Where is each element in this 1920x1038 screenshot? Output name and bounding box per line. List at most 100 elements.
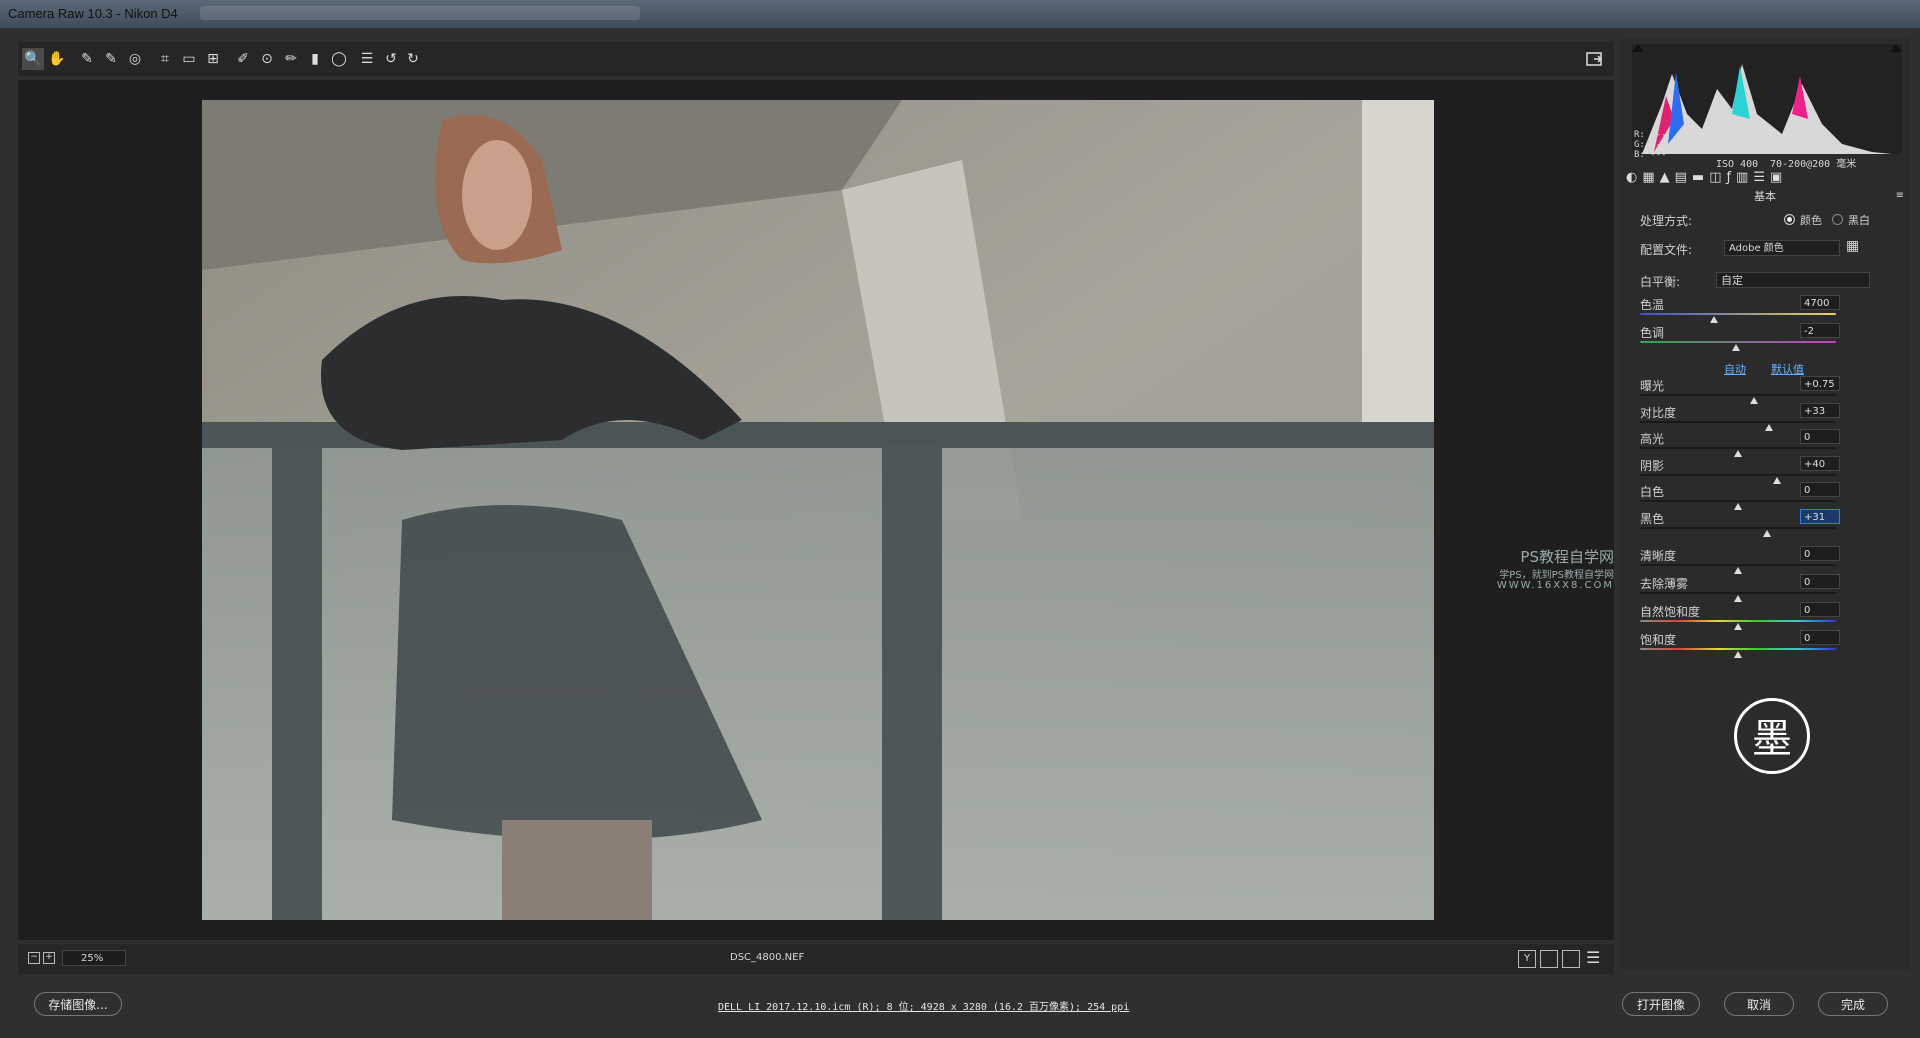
slider-track[interactable] [1640,313,1836,315]
slider-value-input[interactable]: 0 [1800,546,1840,561]
filename-label: DSC_4800.NEF [730,952,805,963]
preview-status-bar: − + 25% DSC_4800.NEF Y ☰ [18,944,1614,974]
slider-label-0: 曝光 [1640,379,1665,393]
slider-value-input[interactable]: 0 [1800,482,1840,497]
photo-preview[interactable] [202,100,1434,920]
slider-thumb[interactable] [1734,503,1742,510]
slider-thumb[interactable] [1734,623,1742,630]
rgb-readout: R: --- G: --- B: --- [1634,130,1667,160]
slider-value-input[interactable]: +33 [1800,402,1840,418]
slider-value-input[interactable]: 0 [1800,630,1840,645]
red-eye-tool[interactable]: ⊙ [256,48,278,70]
shadow-clipping-icon[interactable] [1632,44,1644,52]
slider-value-input[interactable]: 0 [1800,574,1840,589]
slider-thumb[interactable] [1710,316,1719,323]
toggle-settings-icon[interactable]: ☰ [1586,948,1600,967]
white-balance-label: 白平衡: [1640,275,1681,289]
slider-track[interactable] [1640,394,1836,396]
slider-thumb[interactable] [1763,529,1772,537]
preferences-tool[interactable]: ☰ [356,48,378,70]
treatment-label: 处理方式: [1640,214,1693,228]
panel-section-title: 基本 [1754,190,1776,203]
slider-label-4: 白色 [1640,485,1665,499]
open-image-button[interactable]: 打开图像 [1622,992,1700,1016]
copy-settings-icon[interactable] [1562,950,1580,968]
slider-thumb[interactable] [1734,651,1742,658]
slider-label-2: 自然饱和度 [1640,605,1701,619]
done-button[interactable]: 完成 [1818,992,1888,1016]
graduated-filter-tool[interactable]: ▮ [304,48,326,70]
slider-track[interactable] [1640,420,1836,423]
slider-value-input[interactable]: -2 [1800,323,1840,338]
zoom-out-button[interactable]: − [28,952,40,964]
slider-value-input[interactable]: +40 [1800,455,1840,471]
slider-value-input[interactable]: 0 [1800,602,1840,617]
slider-track[interactable] [1640,447,1836,449]
slider-value-input[interactable]: 4700 [1800,295,1840,310]
slider-value-input[interactable]: 0 [1800,429,1840,444]
slider-label-3: 阴影 [1640,458,1665,473]
spot-removal-tool[interactable]: ✐ [232,48,254,70]
auto-link[interactable]: 自动 [1724,361,1746,377]
highlight-clipping-icon[interactable] [1890,44,1902,52]
transform-tool[interactable]: ⊞ [202,48,224,70]
slider-thumb[interactable] [1732,344,1741,351]
slider-label-0: 清晰度 [1640,549,1677,563]
zoom-in-button[interactable]: + [43,952,55,964]
radial-filter-tool[interactable]: ◯ [328,48,350,70]
radio-color-label: 颜色 [1800,214,1822,227]
swap-before-after-icon[interactable] [1540,950,1558,968]
slider-label-1: 去除薄雾 [1640,577,1689,591]
slider-thumb[interactable] [1734,567,1742,574]
slider-track[interactable] [1640,564,1836,566]
slider-track[interactable] [1640,592,1836,594]
fullscreen-icon[interactable] [1584,48,1606,70]
slider-thumb[interactable] [1765,423,1774,431]
zoom-tool[interactable]: 🔍 [22,48,44,70]
slider-value-input[interactable]: +0.75 [1800,376,1840,391]
rotate-cw-tool[interactable]: ↻ [402,48,424,70]
save-image-button[interactable]: 存储图像... [34,992,122,1016]
slider-value-input[interactable]: +31 [1800,508,1840,524]
slider-thumb[interactable] [1734,595,1742,602]
seal-logo: 墨 [1734,698,1810,774]
slider-track[interactable] [1640,648,1836,650]
slider-thumb[interactable] [1734,450,1742,457]
slider-track[interactable] [1640,473,1836,476]
slider-track[interactable] [1640,620,1836,622]
window-title: Camera Raw 10.3 - Nikon D4 [8,6,178,21]
image-preview-area[interactable] [18,80,1614,940]
slider-thumb[interactable] [1773,476,1782,484]
slider-label-3: 饱和度 [1640,633,1677,647]
watermark-line1: PS教程自学网 [1520,548,1614,566]
watermark-line2: 学PS，就到PS教程自学网 [1499,570,1614,581]
cancel-button[interactable]: 取消 [1724,992,1794,1016]
hand-tool[interactable]: ✋ [46,48,68,70]
workflow-options-link[interactable]: DELL LI 2017.12.10.icm (R); 8 位; 4928 x … [718,998,1129,1013]
title-bar-blur [200,6,640,20]
zoom-select[interactable]: 25% [62,950,126,966]
slider-track[interactable] [1640,341,1836,343]
panel-tabs[interactable]: ◐▦▲▤▬◫ƒ▥☰▣ [1626,170,1902,190]
adjustment-brush-tool[interactable]: ✏ [280,48,302,70]
profile-select[interactable]: Adobe 颜色 [1724,240,1840,256]
rotate-ccw-tool[interactable]: ↺ [380,48,402,70]
white-balance-select[interactable]: 自定 [1716,272,1870,288]
slider-label-0: 色温 [1640,298,1665,312]
right-panel: R: --- G: --- B: --- f/2.8 1/400 秒 ISO 40… [1497,38,1910,970]
slider-track[interactable] [1640,526,1836,529]
radio-color[interactable] [1784,214,1795,225]
crop-tool[interactable]: ⌗ [154,48,176,70]
panel-menu-icon[interactable]: ≡ [1896,190,1904,201]
default-link[interactable]: 默认值 [1771,361,1804,377]
profile-browser-icon[interactable]: ▦ [1846,238,1859,254]
before-after-y-icon[interactable]: Y [1518,950,1536,968]
targeted-adjustment-tool[interactable]: ◎ [124,48,146,70]
slider-track[interactable] [1640,500,1836,502]
white-balance-tool[interactable]: ✎ [76,48,98,70]
straighten-tool[interactable]: ▭ [178,48,200,70]
radio-bw[interactable] [1832,214,1843,225]
footer: 存储图像... DELL LI 2017.12.10.icm (R); 8 位;… [0,976,1920,1038]
color-sampler-tool[interactable]: ✎ [100,48,122,70]
slider-thumb[interactable] [1749,397,1758,404]
